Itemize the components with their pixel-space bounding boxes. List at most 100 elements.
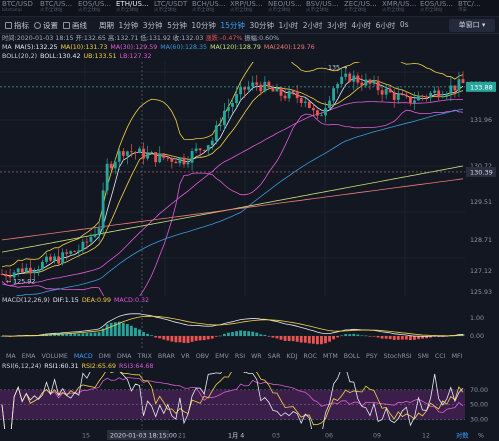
period-option[interactable]: 2小时 <box>303 20 323 31</box>
period-option[interactable]: 15分钟 <box>220 20 245 31</box>
indicator-tab-brar[interactable]: BRAR <box>158 353 175 360</box>
period-option[interactable]: 3分钟 <box>143 20 163 31</box>
candle-body <box>214 125 218 141</box>
rsi-chart[interactable]: 70.00 50.00 30.00 <box>0 372 499 430</box>
ticker-tab[interactable]: EOS/US... 火币全球站 <box>418 0 456 16</box>
candle-body <box>425 96 429 98</box>
candle-body <box>190 151 194 163</box>
indicator-tab-trix[interactable]: TRIX <box>137 353 151 360</box>
ticker-pair: XMR/US... <box>382 0 417 8</box>
ticker-exchange: 火币全球站 <box>306 8 329 13</box>
ticker-tab[interactable]: BSV/US... 火币全球站 <box>304 0 342 16</box>
ticker-tab[interactable]: BTC/... 币安 <box>456 0 494 16</box>
candle-body <box>12 272 16 278</box>
candle-body <box>142 148 145 159</box>
boll-legend-item: UB:133.51 <box>83 53 117 60</box>
ma-legend-item: MA(240):129.76 <box>263 44 315 51</box>
ticker-exchange: 火币全球站 <box>268 8 291 13</box>
candle-body <box>16 268 20 273</box>
candlestick-chart[interactable]: 133.20131.96130.72129.51128.71127.12125.… <box>0 62 499 296</box>
indicator-tab-emv[interactable]: EMV <box>215 353 229 360</box>
indicator-tab-dmi[interactable]: DMI <box>99 353 111 360</box>
macd-bar <box>206 336 210 340</box>
candle-body <box>421 95 424 97</box>
macd-bar <box>239 330 243 336</box>
candle-body <box>210 140 214 146</box>
indicator-tab-psy[interactable]: PSY <box>366 353 378 360</box>
indicator-tab-ema[interactable]: EMA <box>22 353 36 360</box>
ticker-pair: XRP/US... <box>230 0 263 8</box>
indicator-tab-stochrsi[interactable]: StochRSI <box>384 353 412 360</box>
candle-body <box>222 110 226 126</box>
period-option[interactable]: 3小时 <box>327 20 347 31</box>
indicator-tab-roc[interactable]: ROC <box>303 353 317 360</box>
ticker-tab[interactable]: BTC/US... 火币全球站 <box>38 0 76 16</box>
indicator-tab-ma[interactable]: MA <box>6 353 16 360</box>
macd-chart[interactable]: 1.00 0.00 <box>0 306 499 350</box>
candle-body <box>340 76 344 85</box>
pencil-icon <box>63 21 70 29</box>
settings-button[interactable]: 设置 <box>34 20 58 31</box>
indicator-tab-dma[interactable]: DMA <box>117 353 132 360</box>
candle-body <box>36 269 40 272</box>
indicators-button[interactable]: 指标 <box>5 20 29 31</box>
candle-body <box>227 106 230 111</box>
ticker-tab[interactable]: ZEC/US... 火币全球站 <box>342 0 380 16</box>
indicator-tab-cci[interactable]: CCI <box>435 353 446 360</box>
macd-bar <box>263 334 267 336</box>
ticker-pair: ZEC/US... <box>344 0 377 8</box>
ticker-tab[interactable]: ETH/US... 火币全球站 <box>114 0 152 16</box>
indicator-tab-wr[interactable]: WR <box>251 353 262 360</box>
ticker-tab[interactable]: BCH/US... 火币全球站 <box>190 0 228 16</box>
log-scale-toggle[interactable]: 对数 <box>456 431 469 440</box>
candle-body <box>348 73 352 82</box>
indicator-tab-smi[interactable]: SMI <box>418 353 429 360</box>
ticker-tab[interactable]: XMR/US... 火币全球站 <box>380 0 418 16</box>
ticker-exchange: 火币全球站 <box>230 8 253 13</box>
macd-bar <box>150 335 154 336</box>
period-option[interactable]: 1小时 <box>278 20 298 31</box>
chart-mode-dropdown[interactable]: 单窗口 ▾ <box>449 19 495 32</box>
macd-bar <box>81 333 85 336</box>
indicator-tab-boll[interactable]: BOLL <box>344 353 360 360</box>
time-axis-label: 12 <box>422 433 430 440</box>
ticker-exchange: 火币全球站 <box>344 8 367 13</box>
period-option[interactable]: 30分钟 <box>249 20 274 31</box>
ticker-exchange: 火币全球站 <box>420 8 443 13</box>
ticker-tab[interactable]: BTC/USD bitstamp <box>0 0 38 16</box>
draw-button[interactable]: 画线 <box>63 20 87 31</box>
macd-bar <box>299 336 303 343</box>
period-option[interactable]: 4小时 <box>351 20 371 31</box>
period-option[interactable]: 6小时 <box>376 20 396 31</box>
ticker-tab[interactable]: XRP/US... 火币全球站 <box>228 0 266 16</box>
ma60-line <box>2 108 464 296</box>
period-option[interactable]: 5分钟 <box>167 20 187 31</box>
candle-body <box>328 100 331 108</box>
indicator-tab-vr[interactable]: VR <box>181 353 190 360</box>
indicator-tab-sar[interactable]: SAR <box>268 353 281 360</box>
candle-body <box>408 96 412 103</box>
ticker-tab[interactable]: NEO/US... 火币全球站 <box>266 0 304 16</box>
ticker-tab[interactable]: EOS/US... 火币全球站 <box>76 0 114 16</box>
indicator-tab-mtm[interactable]: MTM <box>323 353 338 360</box>
indicator-tab-obv[interactable]: OBV <box>196 353 209 360</box>
ticker-exchange: 火币全球站 <box>192 8 215 13</box>
candle-body <box>170 158 174 162</box>
macd-axis-label: 0.00 <box>470 333 484 340</box>
ticker-tab[interactable]: LTC/USDT 火币全球站 <box>152 0 190 16</box>
indicator-tab-volume[interactable]: VOLUME <box>41 353 67 360</box>
candle-body <box>259 84 263 92</box>
period-option[interactable]: 1分钟 <box>119 20 139 31</box>
indicator-tab-macd[interactable]: MACD <box>74 353 93 360</box>
percent-toggle[interactable]: % <box>478 433 484 440</box>
macd-bar <box>198 336 202 341</box>
macd-bar <box>360 335 364 337</box>
ticker-exchange: 火币全球站 <box>154 8 177 13</box>
indicator-tab-rsi[interactable]: RSI <box>235 353 245 360</box>
period-option[interactable]: 10分钟 <box>191 20 216 31</box>
indicator-tab-kdj[interactable]: KDJ <box>286 353 297 360</box>
macd-bar <box>73 333 77 336</box>
macd-bar <box>162 336 166 340</box>
period-option[interactable]: 0s <box>400 20 409 31</box>
indicator-tab-mfi[interactable]: MFI <box>452 353 463 360</box>
